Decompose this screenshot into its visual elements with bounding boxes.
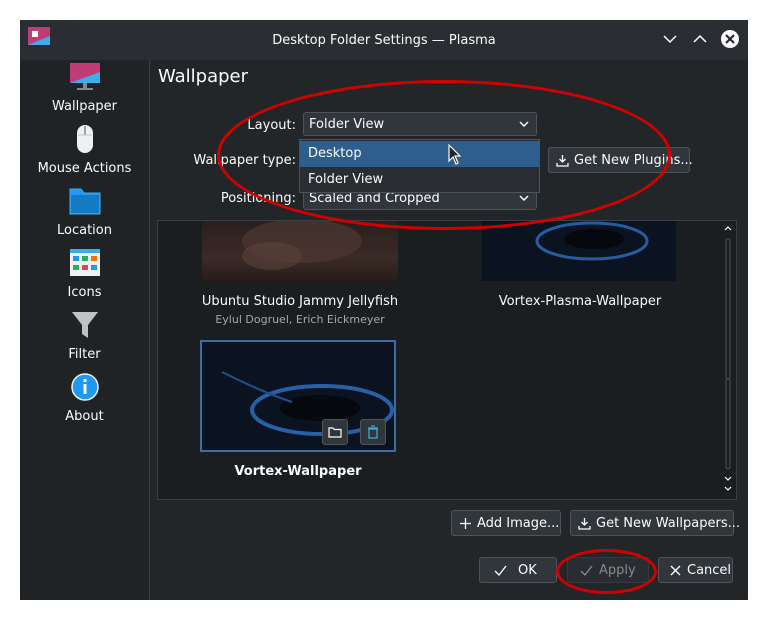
vortex-image bbox=[535, 221, 649, 261]
scrollbar-track bbox=[724, 226, 732, 491]
download-icon bbox=[578, 518, 591, 530]
sidebar-item-wallpaper[interactable]: Wallpaper bbox=[20, 62, 149, 124]
sidebar-item-label: Icons bbox=[67, 285, 102, 300]
ok-button[interactable]: OK bbox=[479, 557, 557, 583]
wallpaper-thumbnail[interactable] bbox=[482, 221, 676, 281]
sidebar-item-mouse-actions[interactable]: Mouse Actions bbox=[20, 124, 149, 186]
cancel-label: Cancel bbox=[687, 563, 732, 578]
delete-wallpaper-button[interactable] bbox=[360, 419, 386, 445]
info-icon bbox=[71, 373, 99, 401]
get-new-wallpapers-button[interactable]: Get New Wallpapers... bbox=[570, 510, 740, 536]
trash-icon bbox=[368, 425, 378, 439]
window-title: Desktop Folder Settings — Plasma bbox=[272, 33, 496, 48]
icons-grid-icon bbox=[70, 249, 100, 276]
sidebar-item-label: Wallpaper bbox=[51, 99, 118, 114]
maximize-icon[interactable] bbox=[690, 29, 710, 49]
sidebar-item-label: Location bbox=[57, 223, 112, 238]
sidebar-item-about[interactable]: About bbox=[20, 372, 149, 434]
get-new-wallpapers-label: Get New Wallpapers... bbox=[596, 516, 740, 531]
cancel-icon bbox=[670, 565, 681, 576]
checkmark-icon bbox=[494, 565, 507, 577]
sidebar-item-icons[interactable]: Icons bbox=[20, 248, 149, 310]
annotation-circle bbox=[556, 549, 657, 594]
page-title: Wallpaper bbox=[158, 66, 249, 87]
wallpaper-author: Eylul Dogruel, Erich Eickmeyer bbox=[215, 313, 385, 326]
monitor-icon bbox=[70, 63, 100, 90]
title-bar: Desktop Folder Settings — Plasma bbox=[20, 20, 748, 60]
plus-icon bbox=[460, 518, 471, 529]
add-image-button[interactable]: Add Image... bbox=[451, 510, 561, 536]
wallpaper-gallery[interactable]: Ubuntu Studio Jammy Jellyfish Eylul Dogr… bbox=[157, 220, 737, 500]
sidebar-item-location[interactable]: Location bbox=[20, 186, 149, 248]
filter-icon bbox=[72, 312, 98, 338]
scrollbar[interactable] bbox=[720, 221, 736, 499]
ok-label: OK bbox=[518, 563, 537, 578]
minimize-icon[interactable] bbox=[660, 29, 680, 49]
mouse-icon bbox=[77, 125, 93, 153]
sidebar-item-label: Filter bbox=[68, 347, 101, 362]
open-folder-button[interactable] bbox=[322, 419, 348, 445]
jellyfish-image bbox=[242, 221, 362, 270]
sidebar-item-filter[interactable]: Filter bbox=[20, 310, 149, 372]
folder-icon bbox=[69, 188, 101, 215]
wallpaper-thumbnail-selected[interactable] bbox=[200, 340, 396, 452]
cancel-button[interactable]: Cancel bbox=[658, 557, 733, 583]
wallpaper-name: Vortex-Wallpaper bbox=[234, 464, 362, 479]
close-icon[interactable] bbox=[720, 29, 740, 49]
wallpaper-thumbnail[interactable] bbox=[202, 221, 398, 283]
sidebar-item-label: About bbox=[65, 409, 104, 424]
annotation-circle bbox=[217, 80, 671, 230]
folder-open-icon bbox=[328, 427, 342, 438]
wallpaper-name: Ubuntu Studio Jammy Jellyfish bbox=[201, 294, 399, 309]
add-image-label: Add Image... bbox=[477, 516, 560, 531]
wallpaper-name: Vortex-Plasma-Wallpaper bbox=[498, 294, 662, 309]
sidebar-item-label: Mouse Actions bbox=[37, 161, 132, 176]
settings-window: Desktop Folder Settings — Plasma Wallpap… bbox=[20, 20, 748, 600]
sidebar: Wallpaper Mouse Actions Location Icons F… bbox=[20, 60, 150, 600]
